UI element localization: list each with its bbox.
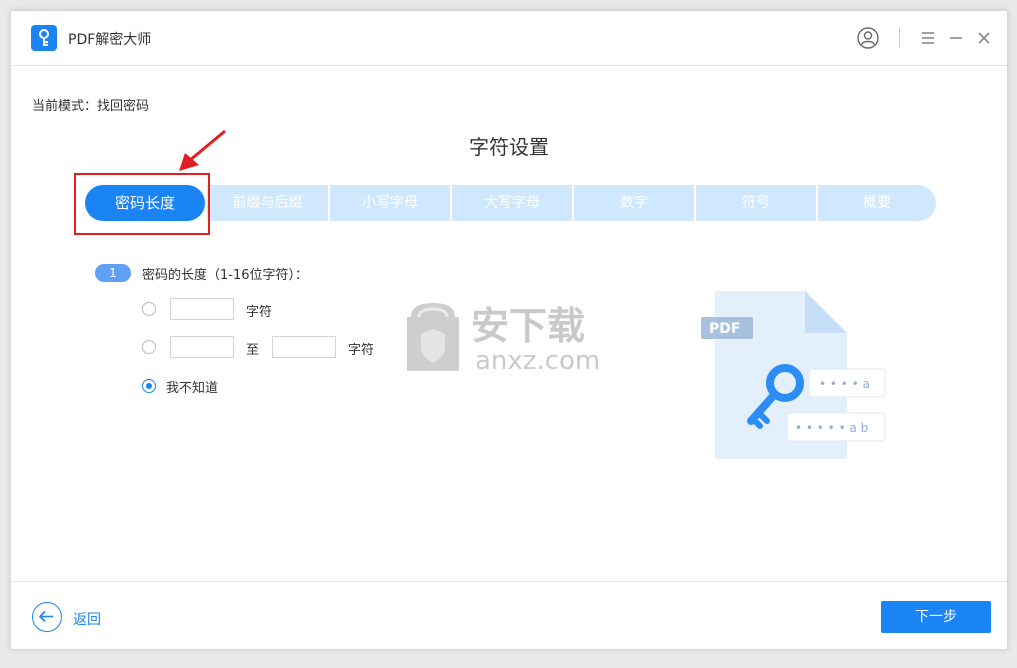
user-icon[interactable]: [857, 27, 879, 49]
range-to-input[interactable]: [272, 336, 336, 358]
close-icon[interactable]: [973, 27, 995, 49]
pdf-key-illustration: PDF • • • • a • • • • • a b: [697, 289, 897, 464]
question-number-badge: 1: [95, 264, 131, 282]
watermark-logo: 安下载 anxz.com: [399, 293, 629, 376]
title-bar: PDF解密大师: [11, 11, 1007, 66]
masked-row-2: • • • • • a b: [795, 421, 868, 435]
key-icon: [31, 25, 57, 51]
minimize-icon[interactable]: [945, 27, 967, 49]
app-window: PDF解密大师 当前模式：找回密码 字符设置 密码长度 前缀与后缀 小写字母 大…: [10, 10, 1008, 650]
titlebar-divider: [899, 28, 900, 48]
exact-unit-label: 字符: [246, 305, 273, 320]
footer-bar: 返回 下一步: [11, 581, 1007, 651]
tab-symbols[interactable]: 符号: [696, 185, 816, 221]
question-text: 密码的长度（1-16位字符）：: [142, 268, 309, 283]
app-title: PDF解密大师: [68, 32, 152, 48]
next-button[interactable]: 下一步: [881, 601, 991, 633]
tab-summary[interactable]: 概要: [818, 185, 936, 221]
current-mode-label: 当前模式：找回密码: [32, 99, 150, 114]
range-separator-label: 至: [246, 343, 260, 358]
tab-lowercase[interactable]: 小写字母: [330, 185, 450, 221]
page-title: 字符设置: [469, 135, 549, 159]
tab-uppercase[interactable]: 大写字母: [452, 185, 572, 221]
tab-prefix-suffix[interactable]: 前缀与后缀: [207, 185, 328, 221]
masked-row-1: • • • • a: [819, 377, 870, 391]
tab-digits[interactable]: 数字: [574, 185, 694, 221]
pdf-tag-label: PDF: [709, 321, 740, 337]
range-unit-label: 字符: [348, 343, 375, 358]
unknown-label: 我不知道: [166, 381, 219, 396]
range-from-input[interactable]: [170, 336, 234, 358]
highlight-box: [74, 173, 210, 235]
watermark-cn-text: 安下载: [471, 304, 585, 348]
back-link[interactable]: 返回: [73, 609, 101, 629]
exact-length-input[interactable]: [170, 298, 234, 320]
watermark-en-text: anxz.com: [475, 346, 600, 375]
step-tabs: 密码长度 前缀与后缀 小写字母 大写字母 数字 符号 概要: [85, 185, 936, 221]
radio-range-length[interactable]: [142, 340, 156, 354]
back-arrow-icon[interactable]: [32, 602, 62, 632]
radio-exact-length[interactable]: [142, 302, 156, 316]
radio-unknown-length[interactable]: [142, 379, 156, 393]
annotation-arrow-icon: [179, 129, 226, 171]
menu-icon[interactable]: [917, 27, 939, 49]
